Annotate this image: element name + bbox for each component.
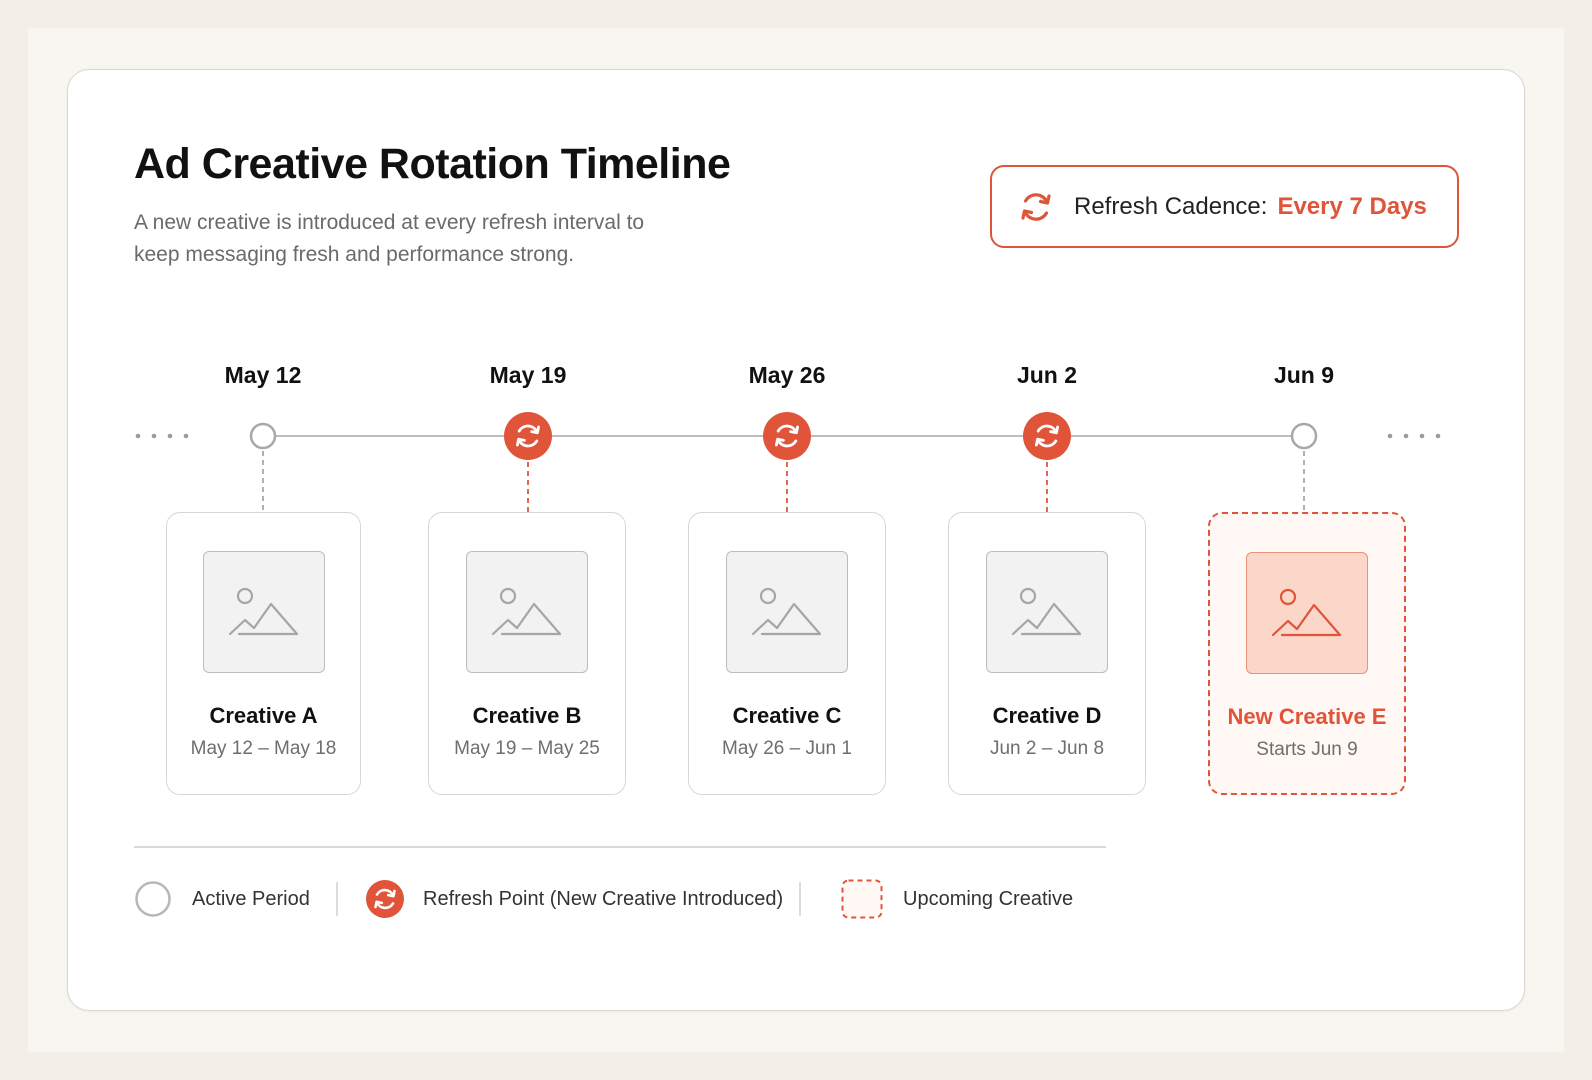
creative-thumbnail	[466, 551, 588, 673]
active-period-node	[1290, 422, 1318, 450]
image-placeholder-icon	[1271, 588, 1342, 637]
refresh-point-node	[504, 412, 552, 460]
legend-refresh: Refresh Point (New Creative Introduced)	[365, 880, 783, 918]
creative-name: Creative C	[732, 703, 842, 728]
creative-name: Creative A	[209, 703, 318, 728]
timeline-date-label: Jun 2	[1016, 362, 1078, 388]
timeline-date-label: May 12	[224, 362, 302, 388]
image-placeholder-icon	[751, 587, 822, 636]
legend-separator	[336, 882, 338, 916]
legend-divider	[134, 846, 1106, 848]
creative-thumbnail	[986, 551, 1108, 673]
legend-active: Active Period	[134, 880, 310, 918]
legend-refresh-label: Refresh Point (New Creative Introduced)	[423, 887, 784, 910]
image-placeholder-icon	[228, 587, 298, 636]
timeline-date-label: May 26	[748, 362, 826, 388]
active-period-node	[249, 422, 277, 450]
creative-thumbnail	[726, 551, 848, 673]
creative-card: Creative C May 26 – Jun 1	[688, 512, 886, 795]
creative-name: Creative B	[472, 703, 582, 728]
refresh-point-node	[763, 412, 811, 460]
creative-thumbnail	[1246, 552, 1368, 674]
creative-name: Creative D	[992, 703, 1102, 728]
image-placeholder-icon	[1011, 587, 1082, 636]
legend-upcoming-label: Upcoming Creative	[903, 887, 1074, 910]
creative-name: New Creative E	[1227, 704, 1387, 729]
upcoming-creative-card: New Creative E Starts Jun 9	[1208, 512, 1406, 795]
creative-card: Creative A May 12 – May 18	[166, 512, 361, 795]
refresh-point-icon	[366, 880, 404, 918]
creative-card: Creative D Jun 2 – Jun 8	[948, 512, 1146, 795]
timeline-date-label: Jun 9	[1273, 362, 1335, 388]
track-dots-left	[135, 433, 189, 439]
creative-card: Creative B May 19 – May 25	[428, 512, 626, 795]
creative-date-range: May 12 – May 18	[190, 738, 337, 759]
legend-active-label: Active Period	[192, 887, 310, 910]
creative-thumbnail	[202, 551, 325, 673]
upcoming-creative-icon	[841, 879, 883, 919]
legend-upcoming: Upcoming Creative	[841, 879, 1074, 919]
image-placeholder-icon	[491, 587, 562, 636]
creative-date-range: May 26 – Jun 1	[722, 738, 852, 759]
active-period-icon	[135, 881, 171, 917]
timeline-card: Ad Creative Rotation Timeline A new crea…	[67, 69, 1525, 1011]
refresh-point-node	[1023, 412, 1071, 460]
timeline-date-label: May 19	[489, 362, 567, 388]
creative-date-range: May 19 – May 25	[454, 738, 600, 759]
legend-separator	[799, 882, 801, 916]
creative-date-range: Jun 2 – Jun 8	[989, 738, 1105, 759]
track-dots-right	[1387, 433, 1441, 439]
creative-date-range: Starts Jun 9	[1256, 739, 1358, 760]
